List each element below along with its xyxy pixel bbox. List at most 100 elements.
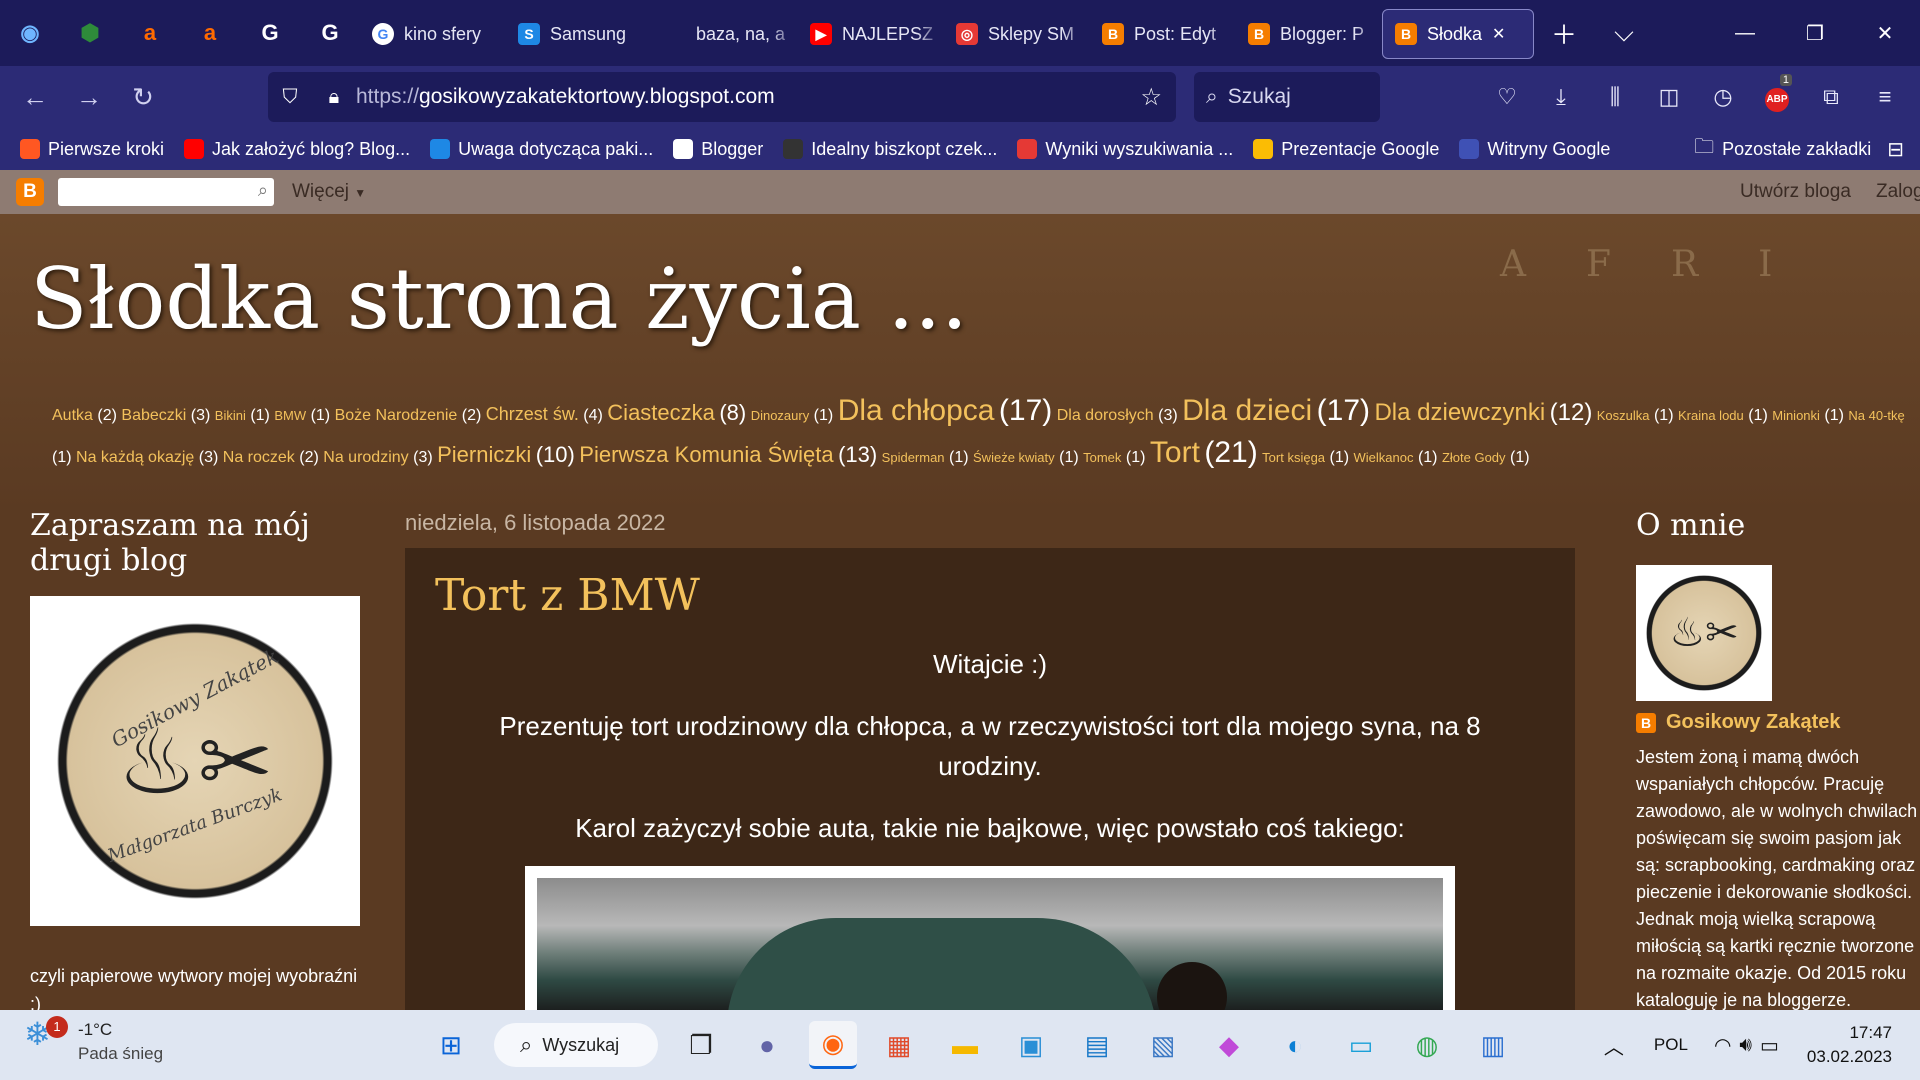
blog-title[interactable]: Słodka strona życia ... (30, 250, 968, 348)
search-field[interactable]: ⌕ Szukaj (1194, 72, 1380, 122)
bookmark-item[interactable]: Jak założyć blog? Blog... (184, 139, 410, 160)
other-bookmarks[interactable]: 🗀︎ Pozostałe zakładki (1694, 132, 1871, 166)
login-link[interactable]: Zaloguj (1876, 181, 1920, 203)
weather-widget[interactable]: ❄ 1 -1°C Pada śnieg (24, 1016, 163, 1066)
bookmark-item[interactable]: Witryny Google (1459, 139, 1610, 160)
edge-icon[interactable]: ◐ (1271, 1021, 1319, 1069)
blog-search-input[interactable]: ⌕ (58, 178, 274, 206)
browser-tab[interactable]: Gkino sfery (360, 9, 506, 59)
clock[interactable]: 17:47 03.02.2023 (1807, 1021, 1892, 1069)
bookmark-item[interactable]: Blogger (673, 139, 763, 160)
teams-chat-icon[interactable]: ● (743, 1021, 791, 1069)
label-link[interactable]: Chrzest św. (486, 404, 579, 424)
label-link[interactable]: Świeże kwiaty (973, 450, 1055, 465)
label-link[interactable]: Na roczek (223, 449, 295, 466)
close-icon[interactable]: ✕ (1492, 24, 1505, 44)
battery-icon[interactable]: ▭ (1760, 1033, 1779, 1058)
label-link[interactable]: BMW (274, 408, 306, 423)
second-blog-badge[interactable]: Gosikowy Zakątek ♨︎✂︎ Małgorzata Burczyk (30, 596, 360, 926)
pinned-tab[interactable]: a (120, 0, 180, 66)
reload-button[interactable]: ↻ (116, 70, 170, 124)
input-language[interactable]: POL (1654, 1035, 1688, 1055)
extensions-icon[interactable]: ⧉ (1804, 84, 1858, 110)
label-link[interactable]: Tomek (1083, 450, 1121, 465)
file-explorer-icon[interactable]: ▬ (941, 1021, 989, 1069)
shield-icon[interactable]: ⛉ (268, 86, 312, 109)
notepad-icon[interactable]: ▥ (1469, 1021, 1517, 1069)
bookmark-item[interactable]: Wyniki wyszukiwania ... (1017, 139, 1233, 160)
label-link[interactable]: Złote Gody (1442, 450, 1506, 465)
pinned-tab[interactable]: a (180, 0, 240, 66)
paint-icon[interactable]: ◆ (1205, 1021, 1253, 1069)
sidebar-icon[interactable]: ◫ (1642, 84, 1696, 110)
network-app-icon[interactable]: ▤ (1073, 1021, 1121, 1069)
label-link[interactable]: Wielkanoc (1354, 450, 1414, 465)
bookmark-item[interactable]: Pierwsze kroki (20, 139, 164, 160)
menu-icon[interactable]: ≡ (1858, 84, 1912, 110)
firefox-icon[interactable]: ◉ (809, 1021, 857, 1069)
minimize-button[interactable]: — (1710, 0, 1780, 66)
search-icon[interactable]: ⌕ (258, 180, 268, 201)
label-link[interactable]: Minionki (1772, 408, 1820, 423)
new-tab-button[interactable]: ＋ (1534, 0, 1594, 66)
pinned-tab[interactable]: ◉ (0, 0, 60, 66)
bookmark-item[interactable]: Uwaga dotycząca paki... (430, 139, 653, 160)
chrome-icon[interactable]: ◍ (1403, 1021, 1451, 1069)
label-link[interactable]: Tort księga (1262, 450, 1325, 465)
label-link[interactable]: Tort (1150, 436, 1200, 469)
post-title[interactable]: Tort z BMW (435, 570, 700, 621)
browser-tab[interactable]: B Post: Edyt (1090, 9, 1236, 59)
blogger-logo-icon[interactable]: B (16, 178, 44, 206)
lock-icon[interactable]: 🔒︎ (312, 86, 356, 109)
downloads-icon[interactable]: ⤓ (1534, 84, 1588, 110)
label-link[interactable]: Na urodziny (323, 449, 408, 466)
document-app-icon[interactable]: ▧ (1139, 1021, 1187, 1069)
taskbar-search[interactable]: ⌕ Wyszukaj (494, 1023, 658, 1067)
label-link[interactable]: Dla dorosłych (1057, 407, 1154, 424)
pinned-tab[interactable]: G (300, 0, 360, 66)
mobile-bookmarks-icon[interactable]: ⊟ (1887, 137, 1904, 162)
author-link[interactable]: B Gosikowy Zakątek (1636, 711, 1920, 734)
windows-start-icon[interactable]: ⊞ (427, 1021, 475, 1069)
browser-tab[interactable]: ▶ NAJLEPSZ (798, 9, 944, 59)
wifi-icon[interactable]: ◠ (1714, 1033, 1731, 1058)
create-blog-link[interactable]: Utwórz bloga (1740, 181, 1851, 203)
library-icon[interactable]: ⫼ (1588, 84, 1642, 110)
pinned-tab[interactable]: G (240, 0, 300, 66)
bookmark-star-icon[interactable]: ☆ (1140, 83, 1162, 112)
microsoft-store-icon[interactable]: ▦ (875, 1021, 923, 1069)
label-link[interactable]: Pierwsza Komunia Święta (579, 442, 833, 467)
label-link[interactable]: Ciasteczka (607, 400, 715, 425)
pinned-tab[interactable]: ⬢ (60, 0, 120, 66)
label-link[interactable]: Koszulka (1597, 408, 1650, 423)
browser-tab[interactable]: B Słodka ✕ (1382, 9, 1534, 59)
bookmark-item[interactable]: Prezentacje Google (1253, 139, 1439, 160)
address-bar[interactable]: ⛉ 🔒︎ https://gosikowyzakatektortowy.blog… (268, 72, 1176, 122)
label-link[interactable]: Dla dzieci (1182, 394, 1312, 427)
browser-tab[interactable]: ◎ Sklepy SM (944, 9, 1090, 59)
more-menu[interactable]: Więcej ▼ (292, 181, 366, 203)
browser-tab[interactable]: B Blogger: P (1236, 9, 1382, 59)
bookmark-item[interactable]: Idealny biszkopt czek... (783, 139, 997, 160)
photo-viewer-icon[interactable]: ▣ (1007, 1021, 1055, 1069)
label-link[interactable]: Dla dziewczynki (1374, 399, 1545, 426)
browser-tab[interactable]: baza, na, a (652, 9, 798, 59)
post-image[interactable] (525, 866, 1455, 1010)
label-link[interactable]: Dla chłopca (838, 394, 995, 427)
browser-tab[interactable]: S Samsung (506, 9, 652, 59)
label-link[interactable]: Bikini (215, 408, 246, 423)
label-link[interactable]: Boże Narodzenie (335, 407, 458, 424)
volume-icon[interactable]: 🔊︎ (1739, 1034, 1752, 1057)
pocket-icon[interactable]: ♡ (1480, 84, 1534, 110)
task-view-icon[interactable]: ❐ (677, 1021, 725, 1069)
forward-button[interactable]: → (62, 70, 116, 124)
restore-button[interactable]: ❐ (1780, 0, 1850, 66)
label-link[interactable]: Pierniczki (437, 442, 531, 467)
author-avatar[interactable]: ♨︎✂︎ (1636, 565, 1772, 701)
label-link[interactable]: Dinozaury (751, 408, 810, 423)
chevron-up-icon[interactable]: ︿ (1604, 1031, 1624, 1060)
monitor-icon[interactable]: ▭ (1337, 1021, 1385, 1069)
label-link[interactable]: Kraina lodu (1678, 408, 1744, 423)
label-link[interactable]: Spiderman (882, 450, 945, 465)
label-link[interactable]: Na 40-tkę (1848, 408, 1904, 423)
